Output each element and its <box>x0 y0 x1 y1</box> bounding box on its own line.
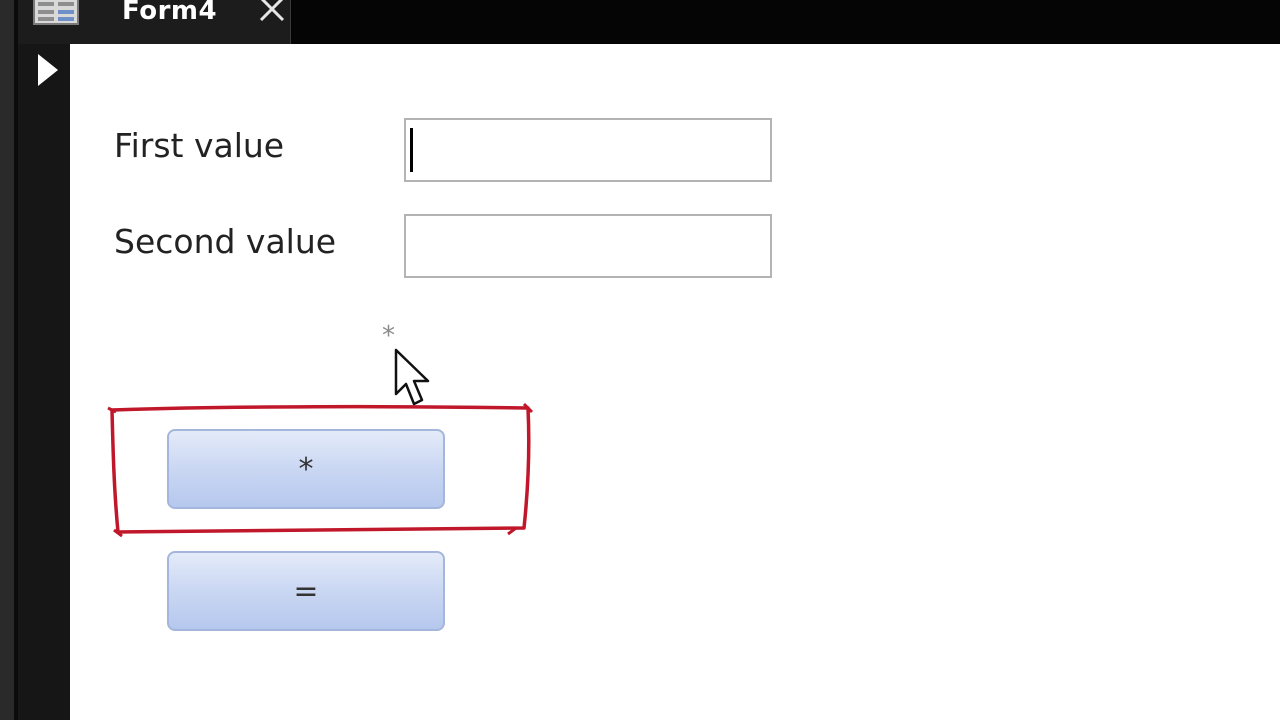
second-value-label: Second value <box>114 222 337 261</box>
multiply-button-label: * <box>298 451 314 487</box>
close-icon[interactable] <box>256 0 288 26</box>
triangle-right-icon[interactable] <box>30 50 66 90</box>
window-edge <box>0 0 14 720</box>
tab-form4[interactable]: Form4 <box>18 0 291 44</box>
equals-button[interactable]: = <box>167 551 445 631</box>
first-value-field[interactable] <box>404 118 772 182</box>
first-value-label: First value <box>114 126 285 165</box>
text-caret <box>410 128 413 172</box>
button-caption-tooltip: * <box>382 321 395 351</box>
multiply-button[interactable]: * <box>167 429 445 509</box>
record-selector-bar <box>18 44 70 720</box>
equals-button-label: = <box>293 573 319 609</box>
access-window: Form4 First value Second value * * = <box>0 0 1280 720</box>
tab-title: Form4 <box>122 0 218 26</box>
form-icon <box>33 0 79 25</box>
document-tab-bar: Form4 <box>0 0 1280 44</box>
second-value-field[interactable] <box>404 214 772 278</box>
